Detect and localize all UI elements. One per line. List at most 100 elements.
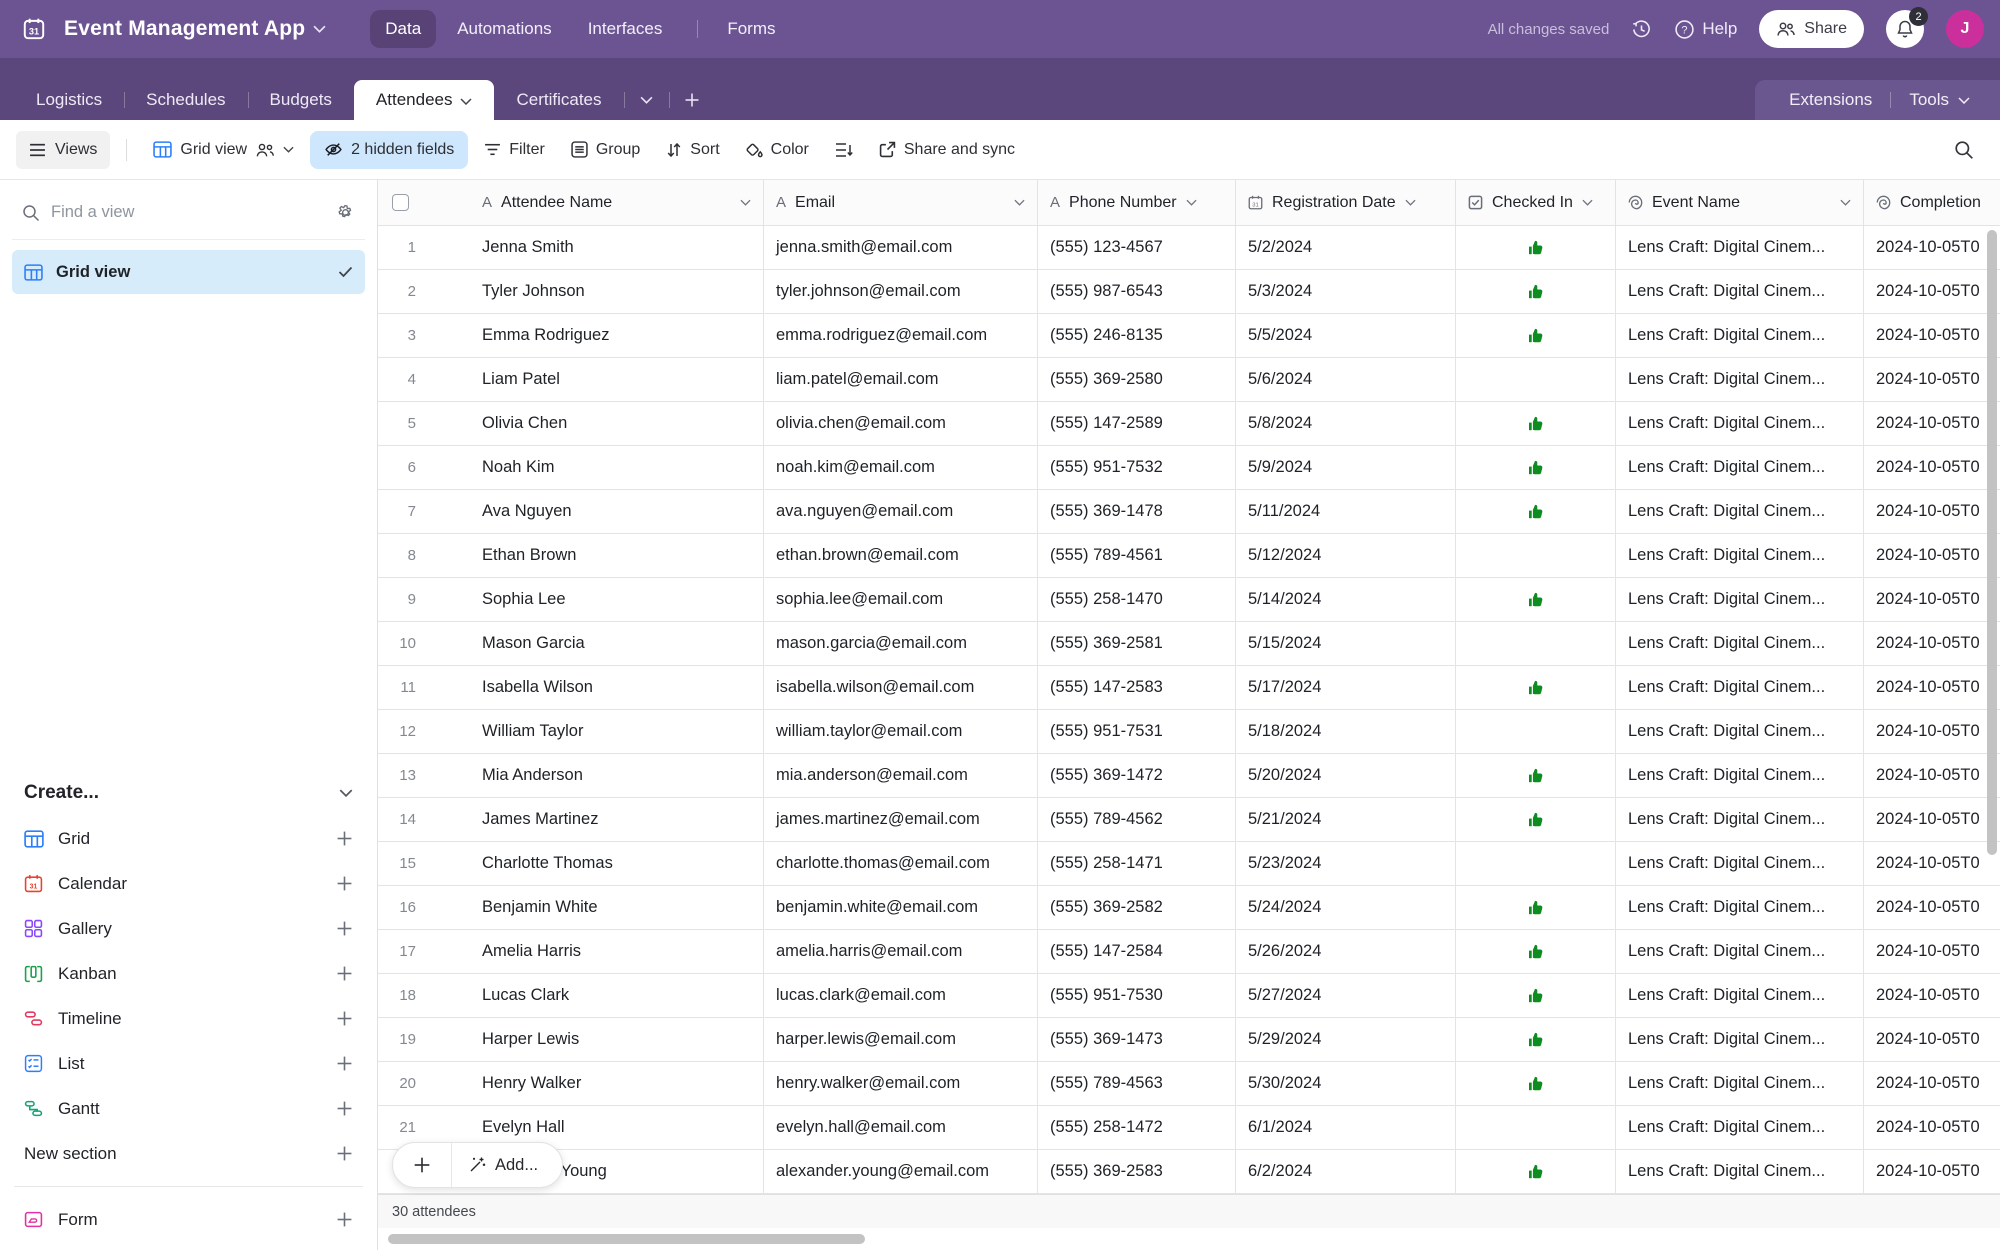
phone-cell[interactable]: (555) 246-8135: [1038, 314, 1236, 357]
registration-date-cell[interactable]: 5/11/2024: [1236, 490, 1456, 533]
thumbs-up-icon[interactable]: [1526, 942, 1546, 962]
email-cell[interactable]: emma.rodriguez@email.com: [764, 314, 1038, 357]
checked-in-cell[interactable]: [1456, 446, 1616, 489]
row-number-cell[interactable]: 5: [378, 402, 456, 445]
extensions-button[interactable]: Extensions: [1789, 90, 1872, 110]
event-name-cell[interactable]: Lens Craft: Digital Cinem...: [1616, 358, 1864, 401]
top-nav-button[interactable]: Forms: [712, 10, 790, 48]
row-number-cell[interactable]: 16: [378, 886, 456, 929]
attendee-name-cell[interactable]: Mason Garcia: [456, 622, 764, 665]
row-height-button[interactable]: [825, 131, 863, 169]
row-number-cell[interactable]: 3: [378, 314, 456, 357]
row-number-cell[interactable]: 14: [378, 798, 456, 841]
thumbs-up-icon[interactable]: [1526, 238, 1546, 258]
phone-cell[interactable]: (555) 258-1470: [1038, 578, 1236, 621]
thumbs-up-icon[interactable]: [1526, 898, 1546, 918]
completion-cell[interactable]: 2024-10-05T0: [1864, 226, 2000, 269]
plus-icon[interactable]: [336, 920, 353, 937]
top-nav-button[interactable]: Interfaces: [573, 10, 678, 48]
completion-cell[interactable]: 2024-10-05T0: [1864, 270, 2000, 313]
attendee-name-cell[interactable]: Lucas Clark: [456, 974, 764, 1017]
column-chevron-down-icon[interactable]: [1405, 199, 1416, 206]
event-name-cell[interactable]: Lens Craft: Digital Cinem...: [1616, 1106, 1864, 1149]
thumbs-up-icon[interactable]: [1526, 986, 1546, 1006]
checked-in-cell[interactable]: [1456, 578, 1616, 621]
row-number-cell[interactable]: 12: [378, 710, 456, 753]
table-tab[interactable]: Logistics: [14, 80, 124, 120]
email-cell[interactable]: mason.garcia@email.com: [764, 622, 1038, 665]
attendee-name-cell[interactable]: Isabella Wilson: [456, 666, 764, 709]
color-button[interactable]: Color: [736, 131, 819, 169]
email-cell[interactable]: isabella.wilson@email.com: [764, 666, 1038, 709]
share-and-sync-button[interactable]: Share and sync: [869, 131, 1025, 169]
completion-cell[interactable]: 2024-10-05T0: [1864, 1106, 2000, 1149]
email-cell[interactable]: harper.lewis@email.com: [764, 1018, 1038, 1061]
phone-cell[interactable]: (555) 951-7530: [1038, 974, 1236, 1017]
event-name-cell[interactable]: Lens Craft: Digital Cinem...: [1616, 578, 1864, 621]
attendee-name-cell[interactable]: Benjamin White: [456, 886, 764, 929]
checked-in-cell[interactable]: [1456, 402, 1616, 445]
checked-in-cell[interactable]: [1456, 1150, 1616, 1193]
tools-button[interactable]: Tools: [1909, 90, 1970, 110]
add-record-ai-button[interactable]: Add...: [452, 1143, 562, 1187]
create-form-item[interactable]: Form: [12, 1197, 365, 1242]
phone-cell[interactable]: (555) 951-7532: [1038, 446, 1236, 489]
table-tab[interactable]: Budgets: [247, 80, 354, 120]
registration-date-cell[interactable]: 5/20/2024: [1236, 754, 1456, 797]
attendee-name-cell[interactable]: Henry Walker: [456, 1062, 764, 1105]
create-view-item[interactable]: Gallery: [12, 906, 365, 951]
completion-cell[interactable]: 2024-10-05T0: [1864, 754, 2000, 797]
row-number-cell[interactable]: 20: [378, 1062, 456, 1105]
thumbs-up-icon[interactable]: [1526, 810, 1546, 830]
checked-in-cell[interactable]: [1456, 1018, 1616, 1061]
completion-cell[interactable]: 2024-10-05T0: [1864, 578, 2000, 621]
column-header[interactable]: Completion: [1864, 180, 2000, 225]
thumbs-up-icon[interactable]: [1526, 678, 1546, 698]
checked-in-cell[interactable]: [1456, 534, 1616, 577]
notifications-button[interactable]: 2: [1886, 7, 1928, 48]
row-number-cell[interactable]: 6: [378, 446, 456, 489]
thumbs-up-icon[interactable]: [1526, 502, 1546, 522]
filter-button[interactable]: Filter: [474, 131, 555, 169]
attendee-name-cell[interactable]: Olivia Chen: [456, 402, 764, 445]
app-logo-calendar-icon[interactable]: 31: [16, 11, 52, 47]
plus-icon[interactable]: [336, 830, 353, 847]
app-title-chevron-down-icon[interactable]: [313, 25, 326, 33]
thumbs-up-icon[interactable]: [1526, 282, 1546, 302]
sort-button[interactable]: Sort: [656, 131, 729, 169]
event-name-cell[interactable]: Lens Craft: Digital Cinem...: [1616, 666, 1864, 709]
column-chevron-down-icon[interactable]: [1014, 199, 1025, 206]
phone-cell[interactable]: (555) 258-1472: [1038, 1106, 1236, 1149]
column-header[interactable]: A Attendee Name: [456, 180, 764, 225]
top-nav-button[interactable]: Data: [370, 10, 437, 48]
gear-icon[interactable]: [336, 203, 355, 222]
attendee-name-cell[interactable]: Charlotte Thomas: [456, 842, 764, 885]
registration-date-cell[interactable]: 5/14/2024: [1236, 578, 1456, 621]
column-header[interactable]: A Email: [764, 180, 1038, 225]
registration-date-cell[interactable]: 5/24/2024: [1236, 886, 1456, 929]
create-chevron-down-icon[interactable]: [339, 789, 353, 797]
checked-in-cell[interactable]: [1456, 314, 1616, 357]
checked-in-cell[interactable]: [1456, 1106, 1616, 1149]
column-header[interactable]: A Phone Number: [1038, 180, 1236, 225]
phone-cell[interactable]: (555) 147-2584: [1038, 930, 1236, 973]
completion-cell[interactable]: 2024-10-05T0: [1864, 358, 2000, 401]
phone-cell[interactable]: (555) 123-4567: [1038, 226, 1236, 269]
phone-cell[interactable]: (555) 951-7531: [1038, 710, 1236, 753]
hidden-fields-button[interactable]: 2 hidden fields: [310, 130, 469, 169]
select-all-checkbox[interactable]: [392, 194, 409, 211]
attendee-name-cell[interactable]: Sophia Lee: [456, 578, 764, 621]
row-number-cell[interactable]: 13: [378, 754, 456, 797]
plus-icon[interactable]: [336, 875, 353, 892]
thumbs-up-icon[interactable]: [1526, 1162, 1546, 1182]
thumbs-up-icon[interactable]: [1526, 590, 1546, 610]
create-view-item[interactable]: New section: [12, 1131, 365, 1176]
thumbs-up-icon[interactable]: [1526, 414, 1546, 434]
row-number-cell[interactable]: 2: [378, 270, 456, 313]
email-cell[interactable]: william.taylor@email.com: [764, 710, 1038, 753]
event-name-cell[interactable]: Lens Craft: Digital Cinem...: [1616, 270, 1864, 313]
phone-cell[interactable]: (555) 369-2582: [1038, 886, 1236, 929]
vertical-scrollbar-thumb[interactable]: [1987, 230, 1997, 855]
history-icon[interactable]: [1631, 19, 1652, 40]
completion-cell[interactable]: 2024-10-05T0: [1864, 974, 2000, 1017]
